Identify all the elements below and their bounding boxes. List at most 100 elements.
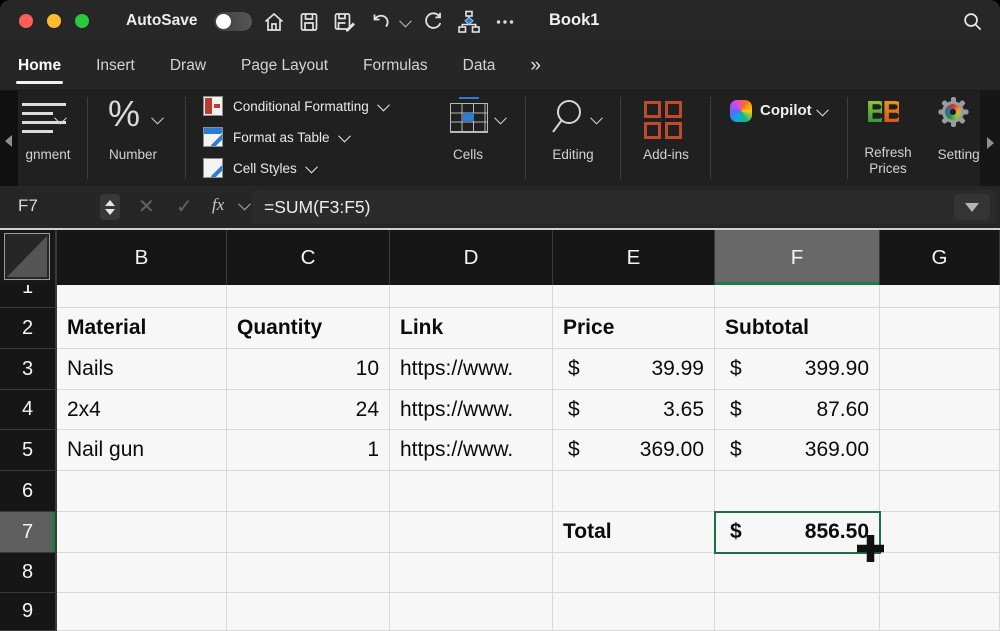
column-header-B[interactable]: B	[57, 230, 227, 285]
undo-dropdown-chevron-icon[interactable]	[399, 14, 412, 27]
home-icon[interactable]	[262, 10, 286, 34]
insert-function-icon[interactable]: fx	[212, 195, 224, 215]
cell-G2[interactable]	[880, 308, 1000, 349]
autosave-toggle[interactable]	[214, 12, 252, 31]
cell-G9[interactable]	[880, 593, 1000, 631]
cell-F3[interactable]: $399.90	[715, 349, 880, 390]
cell-E1[interactable]	[553, 285, 715, 308]
cell-D5[interactable]: https://www.	[390, 430, 553, 471]
cell-E7[interactable]: Total	[553, 512, 715, 553]
settings-gear-icon[interactable]	[938, 97, 968, 127]
column-header-D[interactable]: D	[390, 230, 553, 285]
cell-C8[interactable]	[227, 553, 390, 593]
add-ins-icon[interactable]	[644, 101, 682, 139]
cell-D9[interactable]	[390, 593, 553, 631]
column-header-C[interactable]: C	[227, 230, 390, 285]
more-commands-icon[interactable]	[493, 10, 517, 34]
save-as-icon[interactable]	[332, 10, 358, 34]
row-header-2[interactable]: 2	[0, 308, 57, 349]
number-chevron-icon[interactable]	[151, 112, 164, 125]
row-header-7[interactable]: 7	[0, 512, 57, 553]
cell-C2[interactable]: Quantity	[227, 308, 390, 349]
cell-C4[interactable]: 24	[227, 390, 390, 430]
row-header-1[interactable]: 1	[0, 285, 57, 308]
hierarchy-icon[interactable]	[456, 9, 482, 35]
cell-F7[interactable]: $856.50	[715, 512, 880, 553]
tab-formulas[interactable]: Formulas	[363, 42, 428, 90]
search-icon[interactable]	[961, 10, 984, 38]
refresh-prices-logo-icon[interactable]: BB	[866, 96, 899, 127]
cell-C1[interactable]	[227, 285, 390, 308]
refresh-prices-label[interactable]: RefreshPrices	[848, 145, 928, 177]
redo-icon[interactable]	[421, 10, 445, 34]
cell-B4[interactable]: 2x4	[57, 390, 227, 430]
cell-C9[interactable]	[227, 593, 390, 631]
cell-D7[interactable]	[390, 512, 553, 553]
cell-G1[interactable]	[880, 285, 1000, 308]
cell-F8[interactable]	[715, 553, 880, 593]
name-box-spinner[interactable]	[100, 194, 120, 220]
conditional-formatting-button[interactable]: Conditional Formatting	[203, 96, 388, 116]
column-header-F[interactable]: F	[715, 230, 880, 285]
enter-check-icon[interactable]: ✓	[176, 194, 193, 219]
column-header-G[interactable]: G	[880, 230, 1000, 285]
more-tabs-chevron[interactable]: »	[530, 42, 539, 90]
cell-G3[interactable]	[880, 349, 1000, 390]
cell-F1[interactable]	[715, 285, 880, 308]
cell-E5[interactable]: $369.00	[553, 430, 715, 471]
cells-chevron-icon[interactable]	[494, 112, 507, 125]
minimize-button[interactable]	[47, 14, 61, 28]
cell-F6[interactable]	[715, 471, 880, 512]
cells-icon[interactable]	[450, 103, 488, 133]
tab-draw[interactable]: Draw	[170, 42, 206, 90]
fx-chevron-icon[interactable]	[238, 198, 251, 211]
cell-styles-button[interactable]: Cell Styles	[203, 158, 316, 178]
row-header-3[interactable]: 3	[0, 349, 57, 390]
cell-D3[interactable]: https://www.	[390, 349, 553, 390]
ribbon-scroll-left[interactable]	[0, 91, 18, 187]
cancel-icon[interactable]: ✕	[138, 194, 155, 219]
tab-page-layout[interactable]: Page Layout	[241, 42, 328, 90]
column-header-E[interactable]: E	[553, 230, 715, 285]
cell-C3[interactable]: 10	[227, 349, 390, 390]
zoom-button[interactable]	[75, 14, 89, 28]
copilot-button[interactable]: Copilot	[760, 102, 812, 119]
row-header-5[interactable]: 5	[0, 430, 57, 471]
editing-magnifier-icon[interactable]	[548, 97, 586, 140]
format-as-table-button[interactable]: Format as Table	[203, 127, 349, 147]
cell-D6[interactable]	[390, 471, 553, 512]
cell-E4[interactable]: $3.65	[553, 390, 715, 430]
cell-B8[interactable]	[57, 553, 227, 593]
cell-E8[interactable]	[553, 553, 715, 593]
cell-G4[interactable]	[880, 390, 1000, 430]
tab-insert[interactable]: Insert	[96, 42, 135, 90]
cell-B9[interactable]	[57, 593, 227, 631]
cell-B7[interactable]	[57, 512, 227, 553]
cell-D1[interactable]	[390, 285, 553, 308]
row-header-4[interactable]: 4	[0, 390, 57, 430]
cell-F9[interactable]	[715, 593, 880, 631]
undo-icon[interactable]	[369, 10, 393, 34]
save-icon[interactable]	[297, 10, 321, 34]
row-header-8[interactable]: 8	[0, 553, 57, 593]
cell-B3[interactable]: Nails	[57, 349, 227, 390]
name-box[interactable]: F7	[18, 196, 38, 216]
cell-F5[interactable]: $369.00	[715, 430, 880, 471]
cell-E3[interactable]: $39.99	[553, 349, 715, 390]
cell-D4[interactable]: https://www.	[390, 390, 553, 430]
cell-E9[interactable]	[553, 593, 715, 631]
row-header-6[interactable]: 6	[0, 471, 57, 512]
cell-G5[interactable]	[880, 430, 1000, 471]
cell-C7[interactable]	[227, 512, 390, 553]
cell-B1[interactable]	[57, 285, 227, 308]
row-header-9[interactable]: 9	[0, 593, 57, 631]
editing-chevron-icon[interactable]	[590, 112, 603, 125]
cell-B6[interactable]	[57, 471, 227, 512]
formula-bar-expand-button[interactable]	[954, 194, 990, 220]
cell-D2[interactable]: Link	[390, 308, 553, 349]
select-all-corner[interactable]	[0, 230, 57, 285]
cell-B5[interactable]: Nail gun	[57, 430, 227, 471]
cell-F4[interactable]: $87.60	[715, 390, 880, 430]
tab-data[interactable]: Data	[463, 42, 496, 90]
cell-F2[interactable]: Subtotal	[715, 308, 880, 349]
